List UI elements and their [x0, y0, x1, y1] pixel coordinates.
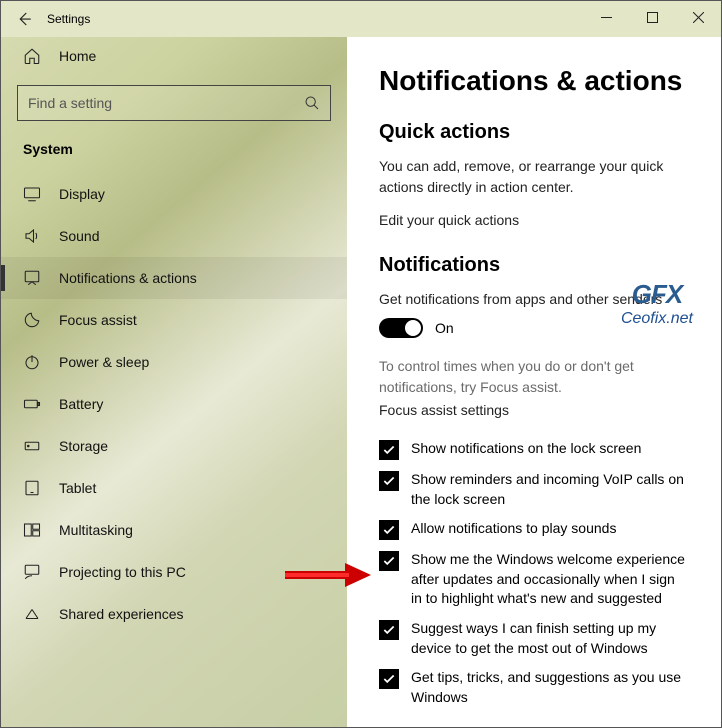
checkbox-icon: [379, 520, 399, 540]
checkbox-icon: [379, 471, 399, 491]
check-finish-setup[interactable]: Suggest ways I can finish setting up my …: [379, 619, 687, 658]
maximize-button[interactable]: [629, 1, 675, 33]
check-reminders-voip[interactable]: Show reminders and incoming VoIP calls o…: [379, 470, 687, 509]
sidebar-item-storage[interactable]: Storage: [1, 425, 347, 467]
search-box[interactable]: [17, 85, 331, 121]
shared-icon: [23, 605, 41, 623]
nav-label: Projecting to this PC: [59, 564, 186, 580]
sidebar: Home System Display Sound: [1, 37, 347, 727]
nav-label: Shared experiences: [59, 606, 184, 622]
notifications-toggle[interactable]: [379, 318, 423, 338]
notifications-heading: Notifications: [379, 254, 687, 277]
focus-hint: To control times when you do or don't ge…: [379, 356, 687, 398]
window-controls: [583, 1, 721, 33]
notifications-icon: [23, 269, 41, 287]
quick-actions-desc: You can add, remove, or rearrange your q…: [379, 156, 687, 198]
checkbox-icon: [379, 669, 399, 689]
check-lockscreen-notifications[interactable]: Show notifications on the lock screen: [379, 439, 687, 460]
checkbox-icon: [379, 620, 399, 640]
page-title: Notifications & actions: [379, 65, 687, 97]
nav-label: Multitasking: [59, 522, 133, 538]
focus-assist-link[interactable]: Focus assist settings: [379, 400, 687, 421]
check-label: Suggest ways I can finish setting up my …: [411, 619, 687, 658]
sidebar-item-battery[interactable]: Battery: [1, 383, 347, 425]
sidebar-item-projecting[interactable]: Projecting to this PC: [1, 551, 347, 593]
check-label: Get tips, tricks, and suggestions as you…: [411, 668, 687, 707]
settings-window: Settings Home: [0, 0, 722, 728]
power-icon: [23, 353, 41, 371]
sidebar-item-tablet[interactable]: Tablet: [1, 467, 347, 509]
search-input[interactable]: [28, 95, 304, 111]
search-icon: [304, 95, 320, 111]
check-label: Allow notifications to play sounds: [411, 519, 616, 540]
sidebar-item-notifications[interactable]: Notifications & actions: [1, 257, 347, 299]
nav-label: Battery: [59, 396, 103, 412]
nav-label: Focus assist: [59, 312, 137, 328]
nav-label: Storage: [59, 438, 108, 454]
edit-quick-actions-link[interactable]: Edit your quick actions: [379, 212, 687, 228]
window-title: Settings: [43, 12, 90, 26]
nav-label: Notifications & actions: [59, 270, 197, 286]
nav-label: Display: [59, 186, 105, 202]
sidebar-item-shared[interactable]: Shared experiences: [1, 593, 347, 635]
check-label: Show me the Windows welcome experience a…: [411, 550, 687, 609]
sound-icon: [23, 227, 41, 245]
tablet-icon: [23, 479, 41, 497]
checkbox-icon: [379, 440, 399, 460]
display-icon: [23, 185, 41, 203]
battery-icon: [23, 395, 41, 413]
check-tips-tricks[interactable]: Get tips, tricks, and suggestions as you…: [379, 668, 687, 707]
quick-actions-heading: Quick actions: [379, 121, 687, 144]
sidebar-section-label: System: [1, 135, 347, 173]
check-welcome-experience[interactable]: Show me the Windows welcome experience a…: [379, 550, 687, 609]
main-content: Notifications & actions Quick actions Yo…: [347, 37, 721, 727]
storage-icon: [23, 437, 41, 455]
projecting-icon: [23, 563, 41, 581]
nav-label: Power & sleep: [59, 354, 149, 370]
window-body: Home System Display Sound: [1, 37, 721, 727]
close-button[interactable]: [675, 1, 721, 33]
toggle-state-label: On: [435, 320, 454, 336]
check-label: Show notifications on the lock screen: [411, 439, 641, 460]
sidebar-item-focus-assist[interactable]: Focus assist: [1, 299, 347, 341]
home-label: Home: [59, 48, 96, 64]
home-nav[interactable]: Home: [1, 37, 347, 77]
back-button[interactable]: [15, 10, 43, 28]
check-label: Show reminders and incoming VoIP calls o…: [411, 470, 687, 509]
nav-label: Tablet: [59, 480, 96, 496]
focus-assist-icon: [23, 311, 41, 329]
minimize-button[interactable]: [583, 1, 629, 33]
home-icon: [23, 47, 41, 65]
multitasking-icon: [23, 521, 41, 539]
sidebar-item-power[interactable]: Power & sleep: [1, 341, 347, 383]
sidebar-item-display[interactable]: Display: [1, 173, 347, 215]
notifications-desc: Get notifications from apps and other se…: [379, 289, 687, 310]
checkbox-icon: [379, 551, 399, 571]
sidebar-item-multitasking[interactable]: Multitasking: [1, 509, 347, 551]
sidebar-item-sound[interactable]: Sound: [1, 215, 347, 257]
titlebar: Settings: [1, 1, 721, 37]
check-play-sounds[interactable]: Allow notifications to play sounds: [379, 519, 687, 540]
nav-label: Sound: [59, 228, 99, 244]
